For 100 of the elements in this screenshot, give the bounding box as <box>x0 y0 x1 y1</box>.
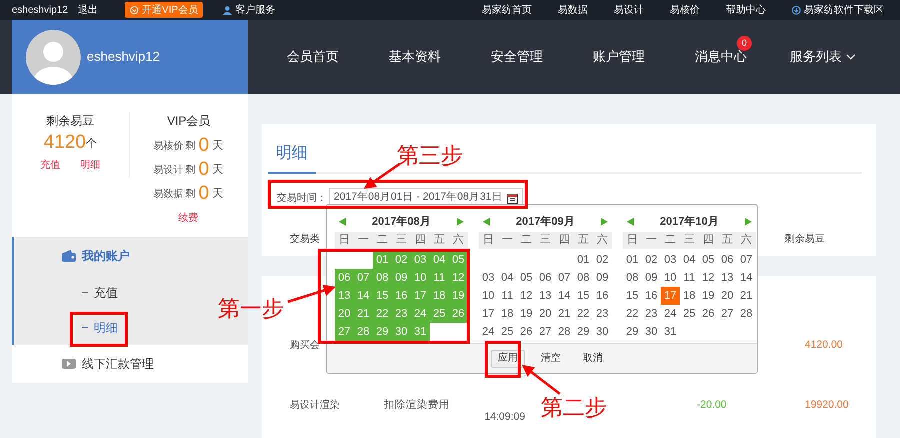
transfer-icon <box>62 357 76 371</box>
calendar-day[interactable]: 22 <box>574 305 593 323</box>
weekday-label: 日 <box>338 233 351 248</box>
calendar-day[interactable]: 26 <box>517 323 536 341</box>
calendar-day[interactable]: 14 <box>737 269 756 287</box>
calendar-day[interactable]: 07 <box>555 269 574 287</box>
date-picker-button[interactable]: 取消 <box>577 350 609 368</box>
calendar-day[interactable]: 03 <box>479 269 498 287</box>
calendar-day[interactable]: 26 <box>699 305 718 323</box>
previous-month-icon[interactable] <box>339 218 346 226</box>
calendar-day[interactable]: 09 <box>593 269 612 287</box>
menu-item[interactable]: 我的账户 <box>12 237 248 275</box>
calendar-day[interactable]: 28 <box>737 305 756 323</box>
weekday-label: 日 <box>482 233 495 248</box>
calendar-day[interactable]: 19 <box>699 287 718 305</box>
calendar-day[interactable]: 11 <box>680 269 699 287</box>
calendar-day[interactable]: 24 <box>479 323 498 341</box>
calendar-day[interactable]: 08 <box>574 269 593 287</box>
balance-link[interactable]: 明细 <box>80 158 100 173</box>
calendar-day[interactable]: 14 <box>555 287 574 305</box>
balance-title: 剩余易豆 <box>46 113 94 130</box>
avatar <box>26 30 81 84</box>
table-cell: 易设计渲染 <box>290 400 340 412</box>
previous-month-icon[interactable] <box>483 218 490 226</box>
nav-item[interactable]: 消息中心 0 <box>670 20 772 94</box>
menu-item[interactable]: 线下汇款管理 <box>12 345 248 383</box>
calendar-day[interactable]: 15 <box>574 287 593 305</box>
customer-service-link[interactable]: 客户服务 <box>223 2 276 18</box>
calendar-day[interactable]: 16 <box>642 287 661 305</box>
calendar-day[interactable]: 29 <box>623 323 642 341</box>
calendar-day[interactable]: 21 <box>555 305 574 323</box>
top-link[interactable]: 易设计 <box>614 2 644 18</box>
top-link[interactable]: 易家纺首页 <box>482 2 532 18</box>
calendar-day[interactable]: 30 <box>593 323 612 341</box>
calendar-day[interactable]: 18 <box>680 287 699 305</box>
top-link[interactable]: 帮助中心 <box>726 2 766 18</box>
calendar-day[interactable]: 30 <box>642 323 661 341</box>
nav-item[interactable]: 会员首页 <box>262 20 364 94</box>
calendar-day[interactable]: 06 <box>536 269 555 287</box>
calendar-day[interactable]: 22 <box>623 305 642 323</box>
nav-item[interactable]: 基本资料 <box>364 20 466 94</box>
calendar-day[interactable]: 25 <box>680 305 699 323</box>
calendar-day[interactable]: 11 <box>498 287 517 305</box>
calendar-day[interactable]: 29 <box>574 323 593 341</box>
calendar-day[interactable]: 25 <box>498 323 517 341</box>
calendar-day[interactable]: 05 <box>699 251 718 269</box>
nav-item[interactable]: 服务列表 <box>772 20 874 94</box>
calendar-day[interactable]: 27 <box>536 323 555 341</box>
calendar-day[interactable]: 06 <box>718 251 737 269</box>
calendar-day[interactable]: 05 <box>517 269 536 287</box>
calendar-day[interactable]: 04 <box>498 269 517 287</box>
submenu-item[interactable]: 充值 <box>94 284 118 302</box>
nav-item[interactable]: 安全管理 <box>466 20 568 94</box>
logout-link[interactable]: 退出 <box>78 2 98 18</box>
calendar-day[interactable]: 18 <box>498 305 517 323</box>
nav-item[interactable]: 账户管理 <box>568 20 670 94</box>
calendar-day[interactable]: 03 <box>661 251 680 269</box>
calendar-day[interactable]: 20 <box>718 287 737 305</box>
calendar-day[interactable]: 21 <box>737 287 756 305</box>
vip-days: 0 <box>198 135 210 157</box>
top-link[interactable]: 易数据 <box>558 2 588 18</box>
calendar-day[interactable]: 23 <box>642 305 661 323</box>
previous-month-icon[interactable] <box>627 218 634 226</box>
calendar-day[interactable]: 28 <box>555 323 574 341</box>
calendar-day[interactable]: 17 <box>479 305 498 323</box>
calendar-day[interactable]: 02 <box>642 251 661 269</box>
calendar-day[interactable]: 13 <box>718 269 737 287</box>
date-picker-button[interactable]: 清空 <box>535 350 567 368</box>
calendar-day[interactable]: 10 <box>661 269 680 287</box>
calendar-day[interactable]: 24 <box>661 305 680 323</box>
calendar-day[interactable]: 23 <box>593 305 612 323</box>
calendar-day[interactable]: 12 <box>699 269 718 287</box>
submenu-item[interactable]: 明细 <box>94 318 118 336</box>
calendar-day[interactable]: 27 <box>718 305 737 323</box>
calendar-day[interactable]: 10 <box>479 287 498 305</box>
calendar-day[interactable]: 04 <box>680 251 699 269</box>
top-link[interactable]: 易核价 <box>670 2 700 18</box>
calendar-day[interactable]: 01 <box>623 251 642 269</box>
download-link[interactable]: 易家纺软件下载区 <box>792 2 884 18</box>
calendar-day[interactable]: 08 <box>623 269 642 287</box>
calendar-day[interactable]: 02 <box>593 251 612 269</box>
tab[interactable]: 明细 <box>268 142 316 174</box>
calendar-day[interactable]: 01 <box>574 251 593 269</box>
calendar-day[interactable]: 20 <box>536 305 555 323</box>
weekday-label: 四 <box>702 233 715 248</box>
next-month-icon[interactable] <box>601 218 608 226</box>
calendar-day[interactable]: 31 <box>661 323 680 341</box>
next-month-icon[interactable] <box>457 218 464 226</box>
calendar-day[interactable]: 12 <box>517 287 536 305</box>
calendar-day[interactable]: 09 <box>642 269 661 287</box>
calendar-day[interactable]: 07 <box>737 251 756 269</box>
calendar-day[interactable]: 15 <box>623 287 642 305</box>
renew-link[interactable]: 续费 <box>178 211 198 226</box>
next-month-icon[interactable] <box>745 218 752 226</box>
calendar-day[interactable]: 13 <box>536 287 555 305</box>
balance-link[interactable]: 充值 <box>40 158 60 173</box>
calendar-day[interactable]: 19 <box>517 305 536 323</box>
calendar-day[interactable]: 16 <box>593 287 612 305</box>
vip-days-unit: 天 <box>212 186 224 202</box>
date-picker-button[interactable]: 应用 <box>491 350 525 368</box>
